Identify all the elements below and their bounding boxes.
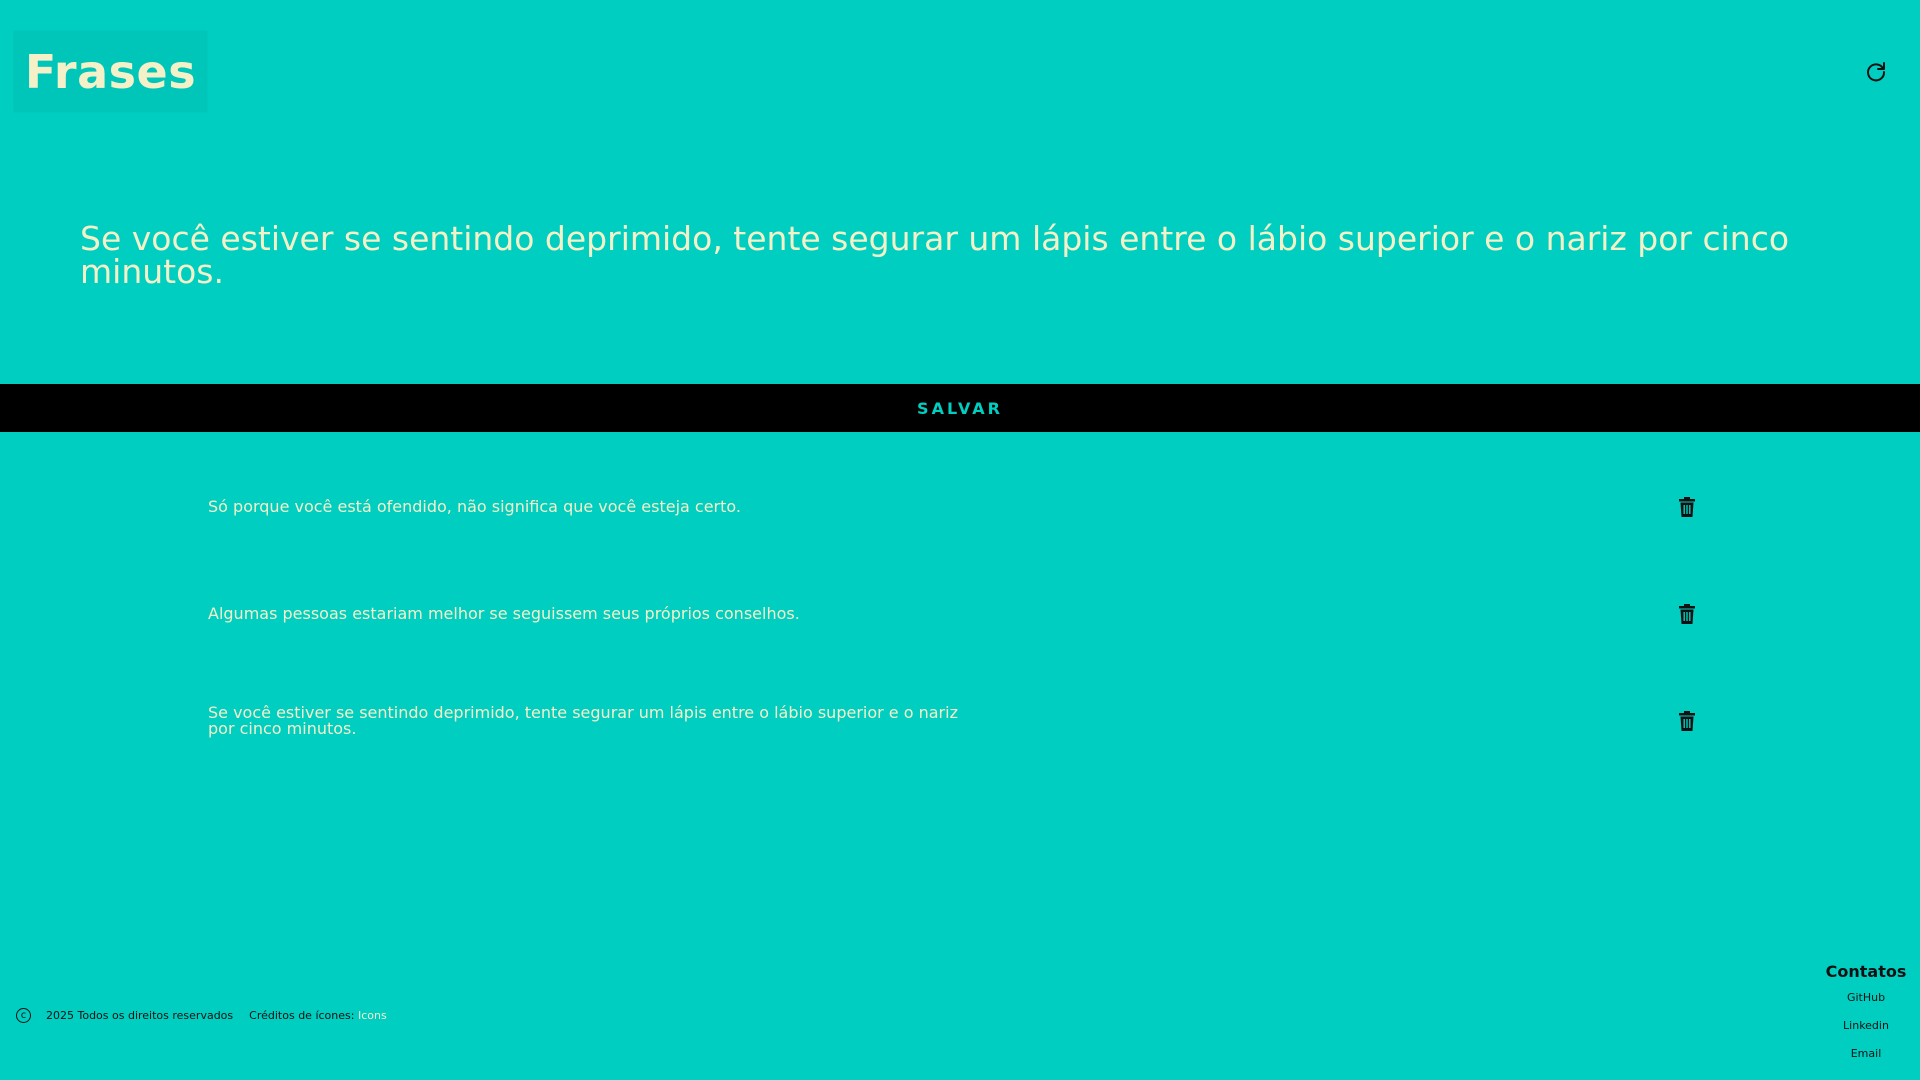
refresh-button[interactable]: [1862, 58, 1890, 86]
contacts-title: Contatos: [1825, 962, 1907, 981]
email-link[interactable]: Email: [1820, 1047, 1912, 1075]
logo: Frases: [14, 31, 207, 112]
saved-quote-item: Se você estiver se sentindo deprimido, t…: [208, 705, 1698, 737]
saved-quote-text: Se você estiver se sentindo deprimido, t…: [208, 703, 958, 738]
trash-icon: [1679, 497, 1695, 517]
logo-text: Frases: [24, 44, 197, 99]
delete-quote-button[interactable]: [1676, 602, 1698, 626]
copyright-text: 2025 Todos os direitos reservados: [46, 1008, 234, 1022]
copyright-icon: c: [16, 1007, 31, 1023]
contacts: Contatos GitHub Linkedin Email: [1820, 962, 1912, 1075]
icon-credits-label: Créditos de ícones:: [249, 1008, 355, 1022]
footer-copyright: c 2025 Todos os direitos reservados Créd…: [16, 1006, 387, 1024]
trash-icon: [1679, 604, 1695, 624]
saved-quote-text: Só porque você está ofendido, não signif…: [208, 497, 741, 516]
delete-quote-button[interactable]: [1676, 495, 1698, 519]
icons-credit-link[interactable]: Icons: [358, 1009, 387, 1022]
github-link[interactable]: GitHub: [1820, 991, 1912, 1019]
trash-icon: [1679, 711, 1695, 731]
refresh-icon: [1867, 62, 1886, 82]
saved-quote-text: Algumas pessoas estariam melhor se segui…: [208, 604, 800, 623]
delete-quote-button[interactable]: [1676, 709, 1698, 733]
save-button-label: SALVAR: [917, 398, 1003, 418]
linkedin-link[interactable]: Linkedin: [1820, 1019, 1912, 1047]
saved-quote-item: Algumas pessoas estariam melhor se segui…: [208, 602, 1698, 626]
save-button[interactable]: SALVAR: [0, 384, 1920, 432]
icon-credits: Créditos de ícones: Icons: [249, 1009, 387, 1022]
saved-quote-item: Só porque você está ofendido, não signif…: [208, 495, 1698, 519]
current-quote: Se você estiver se sentindo deprimido, t…: [80, 219, 1790, 291]
